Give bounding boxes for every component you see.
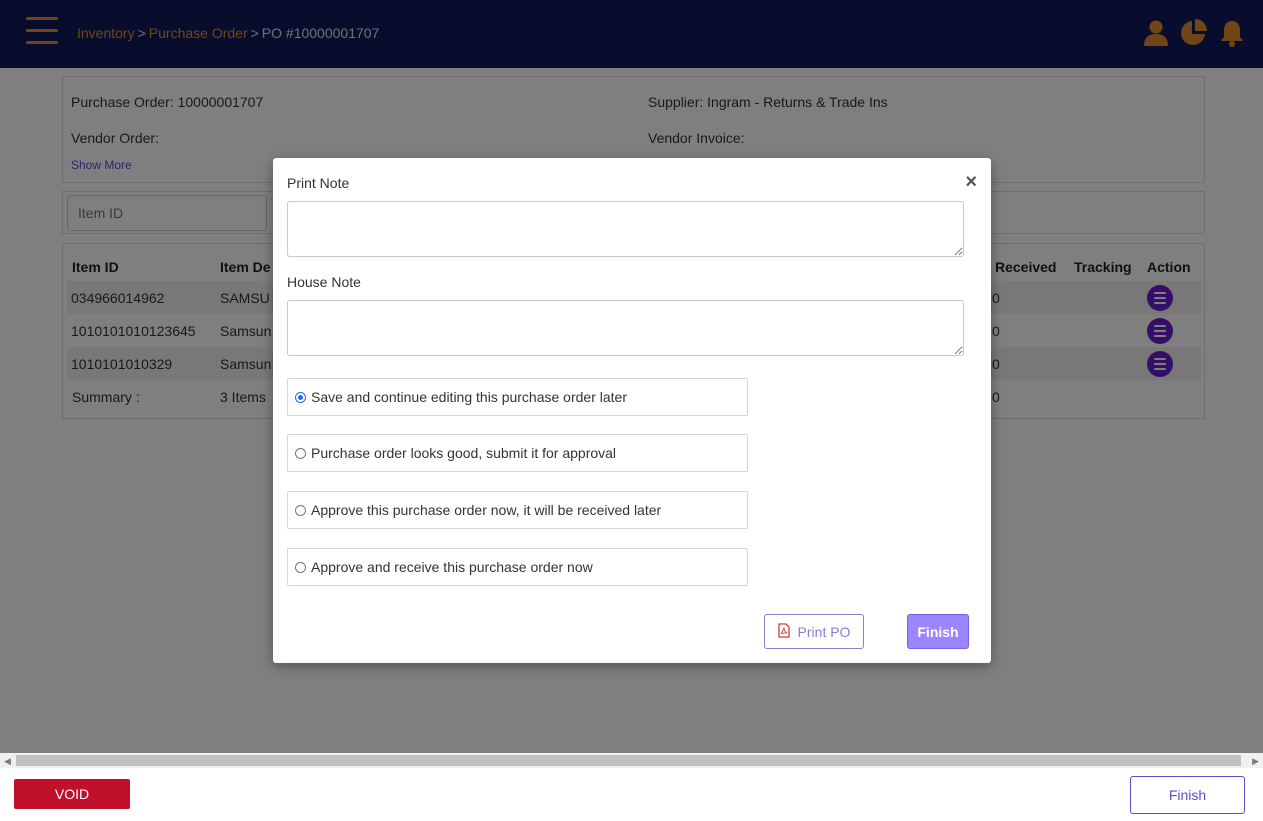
radio-button[interactable] <box>295 447 306 459</box>
print-note-label: Print Note <box>287 175 350 191</box>
print-po-button[interactable]: Print PO <box>764 614 864 649</box>
scroll-left-arrow-icon[interactable]: ◀ <box>4 756 11 767</box>
option-label: Approve and receive this purchase order … <box>311 559 593 575</box>
option-label: Save and continue editing this purchase … <box>311 389 627 405</box>
scroll-right-arrow-icon[interactable]: ▶ <box>1252 756 1259 767</box>
footer-finish-button[interactable]: Finish <box>1130 776 1245 814</box>
finish-po-modal: Print Note × House Note Save and continu… <box>273 158 991 663</box>
horizontal-scrollbar[interactable]: ◀ ▶ <box>0 753 1263 768</box>
scrollbar-thumb[interactable] <box>16 755 1241 766</box>
option-label: Purchase order looks good, submit it for… <box>311 445 617 461</box>
option-approve-receive-now[interactable]: Approve and receive this purchase order … <box>287 548 748 586</box>
pdf-file-icon <box>777 622 790 641</box>
house-note-textarea[interactable] <box>287 300 964 356</box>
option-submit-approval[interactable]: Purchase order looks good, submit it for… <box>287 434 748 472</box>
option-save-continue[interactable]: Save and continue editing this purchase … <box>287 378 748 416</box>
radio-button[interactable] <box>295 561 306 573</box>
modal-finish-button[interactable]: Finish <box>907 614 969 649</box>
close-icon[interactable]: × <box>965 172 977 192</box>
radio-button[interactable] <box>295 391 306 403</box>
option-approve-receive-later[interactable]: Approve this purchase order now, it will… <box>287 491 748 529</box>
footer-bar: VOID Finish <box>0 768 1263 821</box>
radio-button[interactable] <box>295 504 306 516</box>
option-label: Approve this purchase order now, it will… <box>311 502 662 518</box>
house-note-label: House Note <box>287 274 361 290</box>
print-po-label: Print PO <box>797 623 851 640</box>
void-button[interactable]: VOID <box>14 779 130 809</box>
print-note-textarea[interactable] <box>287 201 964 257</box>
